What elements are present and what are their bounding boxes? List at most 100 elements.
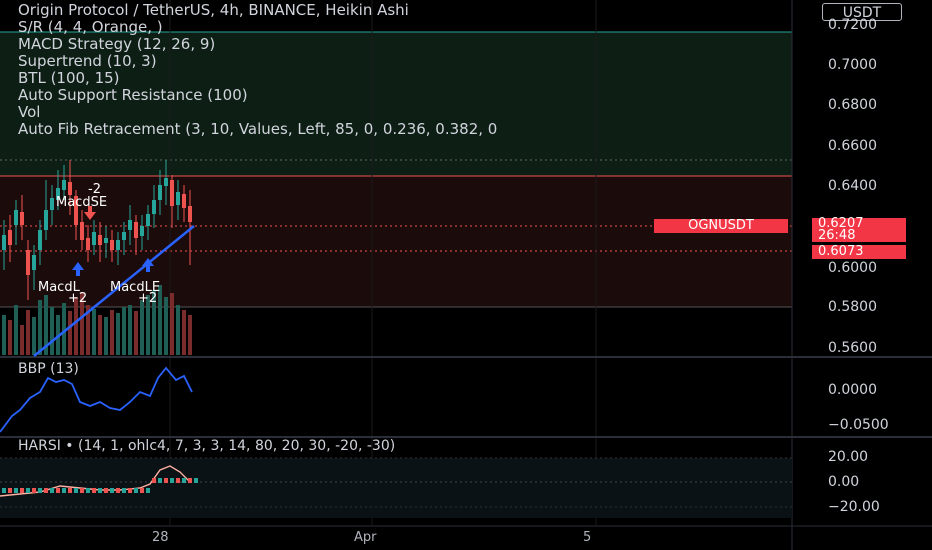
- harsi-candle: [116, 488, 120, 493]
- candle-body: [176, 192, 180, 205]
- volume-bar: [140, 300, 144, 355]
- harsi-candle: [176, 478, 180, 483]
- bbp-pane-label[interactable]: BBP (13): [18, 361, 79, 377]
- volume-bar: [50, 307, 54, 355]
- candle-body: [146, 214, 150, 226]
- candle-body: [86, 238, 90, 250]
- volume-bar: [128, 305, 132, 355]
- volume-bar: [68, 311, 72, 355]
- chart-window[interactable]: Origin Protocol / TetherUS, 4h, BINANCE,…: [0, 0, 932, 550]
- harsi-tick: 20.00: [828, 449, 869, 465]
- volume-bar: [26, 310, 30, 355]
- harsi-candle: [104, 488, 108, 493]
- candle-body: [170, 180, 174, 206]
- candle-body: [80, 222, 84, 240]
- harsi-candle: [134, 488, 138, 493]
- candle-body: [62, 180, 66, 190]
- harsi-candle: [140, 488, 144, 493]
- candle-body: [140, 226, 144, 236]
- legend-indicator-supertrend[interactable]: Supertrend (10, 3): [18, 53, 497, 70]
- second-price-tag: 0.6073: [812, 245, 906, 259]
- volume-bar: [104, 317, 108, 355]
- volume-bar: [122, 307, 126, 355]
- harsi-candle: [152, 478, 156, 483]
- legend-indicator-fib[interactable]: Auto Fib Retracement (3, 10, Values, Lef…: [18, 121, 497, 138]
- harsi-candle: [188, 478, 192, 483]
- harsi-candle: [98, 488, 102, 493]
- volume-bar: [2, 315, 6, 355]
- volume-bar: [164, 297, 168, 355]
- candle-body: [128, 220, 132, 230]
- harsi-candle: [68, 488, 72, 493]
- legend-indicator-vol[interactable]: Vol: [18, 104, 497, 121]
- chart-legend: Origin Protocol / TetherUS, 4h, BINANCE,…: [18, 2, 497, 138]
- price-tick: 0.6800: [828, 97, 877, 113]
- bar-countdown: 26:48: [818, 228, 856, 243]
- last-price-tag: 0.6207 26:48: [812, 217, 906, 243]
- bbp-tick: −0.0500: [828, 417, 889, 433]
- candle-body: [104, 238, 108, 243]
- volume-bar: [38, 300, 42, 355]
- candle-body: [152, 200, 156, 214]
- harsi-candle: [158, 478, 162, 483]
- volume-bar: [176, 305, 180, 355]
- volume-bar: [20, 325, 24, 355]
- time-tick: 5: [583, 530, 592, 545]
- legend-title[interactable]: Origin Protocol / TetherUS, 4h, BINANCE,…: [18, 2, 497, 19]
- price-tick: 0.7000: [828, 57, 877, 73]
- legend-indicator-sr[interactable]: S/R (4, 4, Orange, ): [18, 19, 497, 36]
- price-tick: 0.5800: [828, 299, 877, 315]
- harsi-candle: [110, 488, 114, 493]
- harsi-candle: [128, 488, 132, 493]
- price-tick: 0.6600: [828, 138, 877, 154]
- harsi-pane-label[interactable]: HARSI • (14, 1, ohlc4, 7, 3, 3, 14, 80, …: [18, 438, 395, 454]
- harsi-candle: [62, 488, 66, 493]
- candle-body: [116, 240, 120, 250]
- candle-body: [68, 182, 72, 195]
- price-tick: 0.7200: [828, 17, 877, 33]
- harsi-candle: [86, 488, 90, 493]
- candle-body: [188, 206, 192, 222]
- volume-bar: [32, 317, 36, 355]
- legend-indicator-asr[interactable]: Auto Support Resistance (100): [18, 87, 497, 104]
- harsi-candle: [146, 488, 150, 493]
- price-tick: 0.6400: [828, 178, 877, 194]
- signal-long1-count: +2: [68, 291, 88, 306]
- harsi-candle: [122, 488, 126, 493]
- candle-body: [20, 212, 24, 225]
- time-tick: Apr: [354, 530, 377, 545]
- candle-body: [92, 232, 96, 245]
- legend-indicator-macd[interactable]: MACD Strategy (12, 26, 9): [18, 36, 497, 53]
- harsi-candle: [56, 488, 60, 493]
- bbp-tick: 0.0000: [828, 382, 877, 398]
- candle-body: [8, 230, 12, 245]
- harsi-candle: [194, 478, 198, 483]
- harsi-candle: [32, 488, 36, 493]
- volume-bar: [134, 311, 138, 355]
- candle-body: [182, 194, 186, 208]
- candle-body: [98, 235, 102, 245]
- volume-bar: [116, 313, 120, 355]
- harsi-tick: 0.00: [828, 474, 860, 490]
- volume-bar: [158, 285, 162, 355]
- volume-bar: [188, 315, 192, 355]
- harsi-tick: −20.00: [828, 499, 880, 515]
- harsi-candle: [2, 488, 6, 493]
- volume-bar: [8, 320, 12, 355]
- volume-bar: [92, 309, 96, 355]
- volume-bar: [98, 315, 102, 355]
- bbp-line: [0, 366, 193, 433]
- harsi-candle: [26, 488, 30, 493]
- harsi-candle: [80, 488, 84, 493]
- volume-bar: [182, 310, 186, 355]
- symbol-tag: OGNUSDT: [654, 219, 788, 233]
- legend-indicator-btl[interactable]: BTL (100, 15): [18, 70, 497, 87]
- candle-body: [2, 235, 6, 250]
- candle-body: [158, 185, 162, 200]
- volume-bar: [14, 305, 18, 355]
- candle-body: [134, 222, 138, 238]
- price-tick: 0.6000: [828, 260, 877, 276]
- candle-body: [164, 178, 168, 186]
- candle-body: [38, 230, 42, 250]
- volume-bar: [170, 293, 174, 355]
